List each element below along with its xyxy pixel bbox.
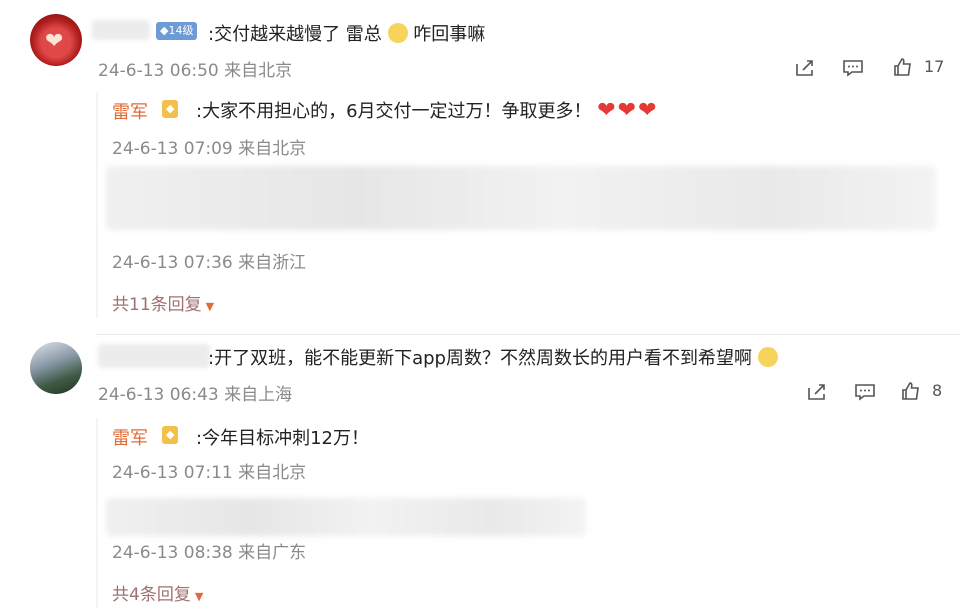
reply-author[interactable]: 雷军 [112,98,148,124]
hearts-emoji: ❤❤❤ [597,98,659,123]
reply-blurred [106,166,936,230]
reply-thread-bar [96,418,98,608]
share-icon[interactable] [792,56,818,80]
like-count: 8 [932,381,943,400]
reply-text-main: :大家不用担心的，6月交付一定过万！争取更多！ [196,101,592,122]
reply-time: 24-6-13 07:11 来自北京 [112,463,307,483]
emoji-icon [757,347,778,367]
reply-time: 24-6-13 07:36 来自浙江 [112,253,307,273]
username-blurred[interactable] [92,20,150,40]
reply-text: :大家不用担心的，6月交付一定过万！争取更多！ ❤❤❤ [196,97,659,123]
caret-down-icon: ▼ [205,300,215,313]
comment-text-main: :开了双班，能不能更新下app周数？不然周数长的用户看不到希望啊 [208,348,752,369]
like-count: 17 [924,57,945,76]
reply-author[interactable]: 雷军 [112,424,148,450]
avatar[interactable]: ❤ [30,14,82,66]
avatar[interactable] [30,342,82,394]
reply-thread-bar [96,92,98,318]
share-icon[interactable] [804,380,830,404]
like-icon[interactable] [890,55,916,79]
more-replies-link[interactable]: 共11条回复 ▼ [112,290,214,315]
comment-text: :开了双班，能不能更新下app周数？不然周数长的用户看不到希望啊 [208,344,778,370]
more-replies-label: 共4条回复 [112,585,191,605]
divider [96,334,960,335]
emoji-icon [387,23,408,43]
more-replies-link[interactable]: 共4条回复 ▼ [112,580,203,605]
vip-badge: ◆ [162,100,179,118]
comment-text: :交付越来越慢了 雷总 咋回事嘛 [208,20,485,46]
more-replies-label: 共11条回复 [112,295,202,315]
vip-badge: ◆ [162,426,179,444]
caret-down-icon: ▼ [194,590,204,603]
comment-time: 24-6-13 06:50 来自北京 [98,61,293,81]
comment-time: 24-6-13 06:43 来自上海 [98,385,293,405]
heart-hands-icon: ❤ [45,29,64,54]
comment-text-tail: 咋回事嘛 [413,24,486,45]
reply-time: 24-6-13 08:38 来自广东 [112,543,307,563]
comment-text-main: :交付越来越慢了 雷总 [208,24,382,45]
level-badge: ◆14级 [156,22,198,40]
username-blurred[interactable] [98,344,210,368]
like-icon[interactable] [898,379,924,403]
comment-icon[interactable] [852,380,878,404]
reply-blurred [106,498,586,536]
reply-text: :今年目标冲刺12万！ [196,428,369,449]
comment-icon[interactable] [840,56,866,80]
reply-time: 24-6-13 07:09 来自北京 [112,139,307,159]
